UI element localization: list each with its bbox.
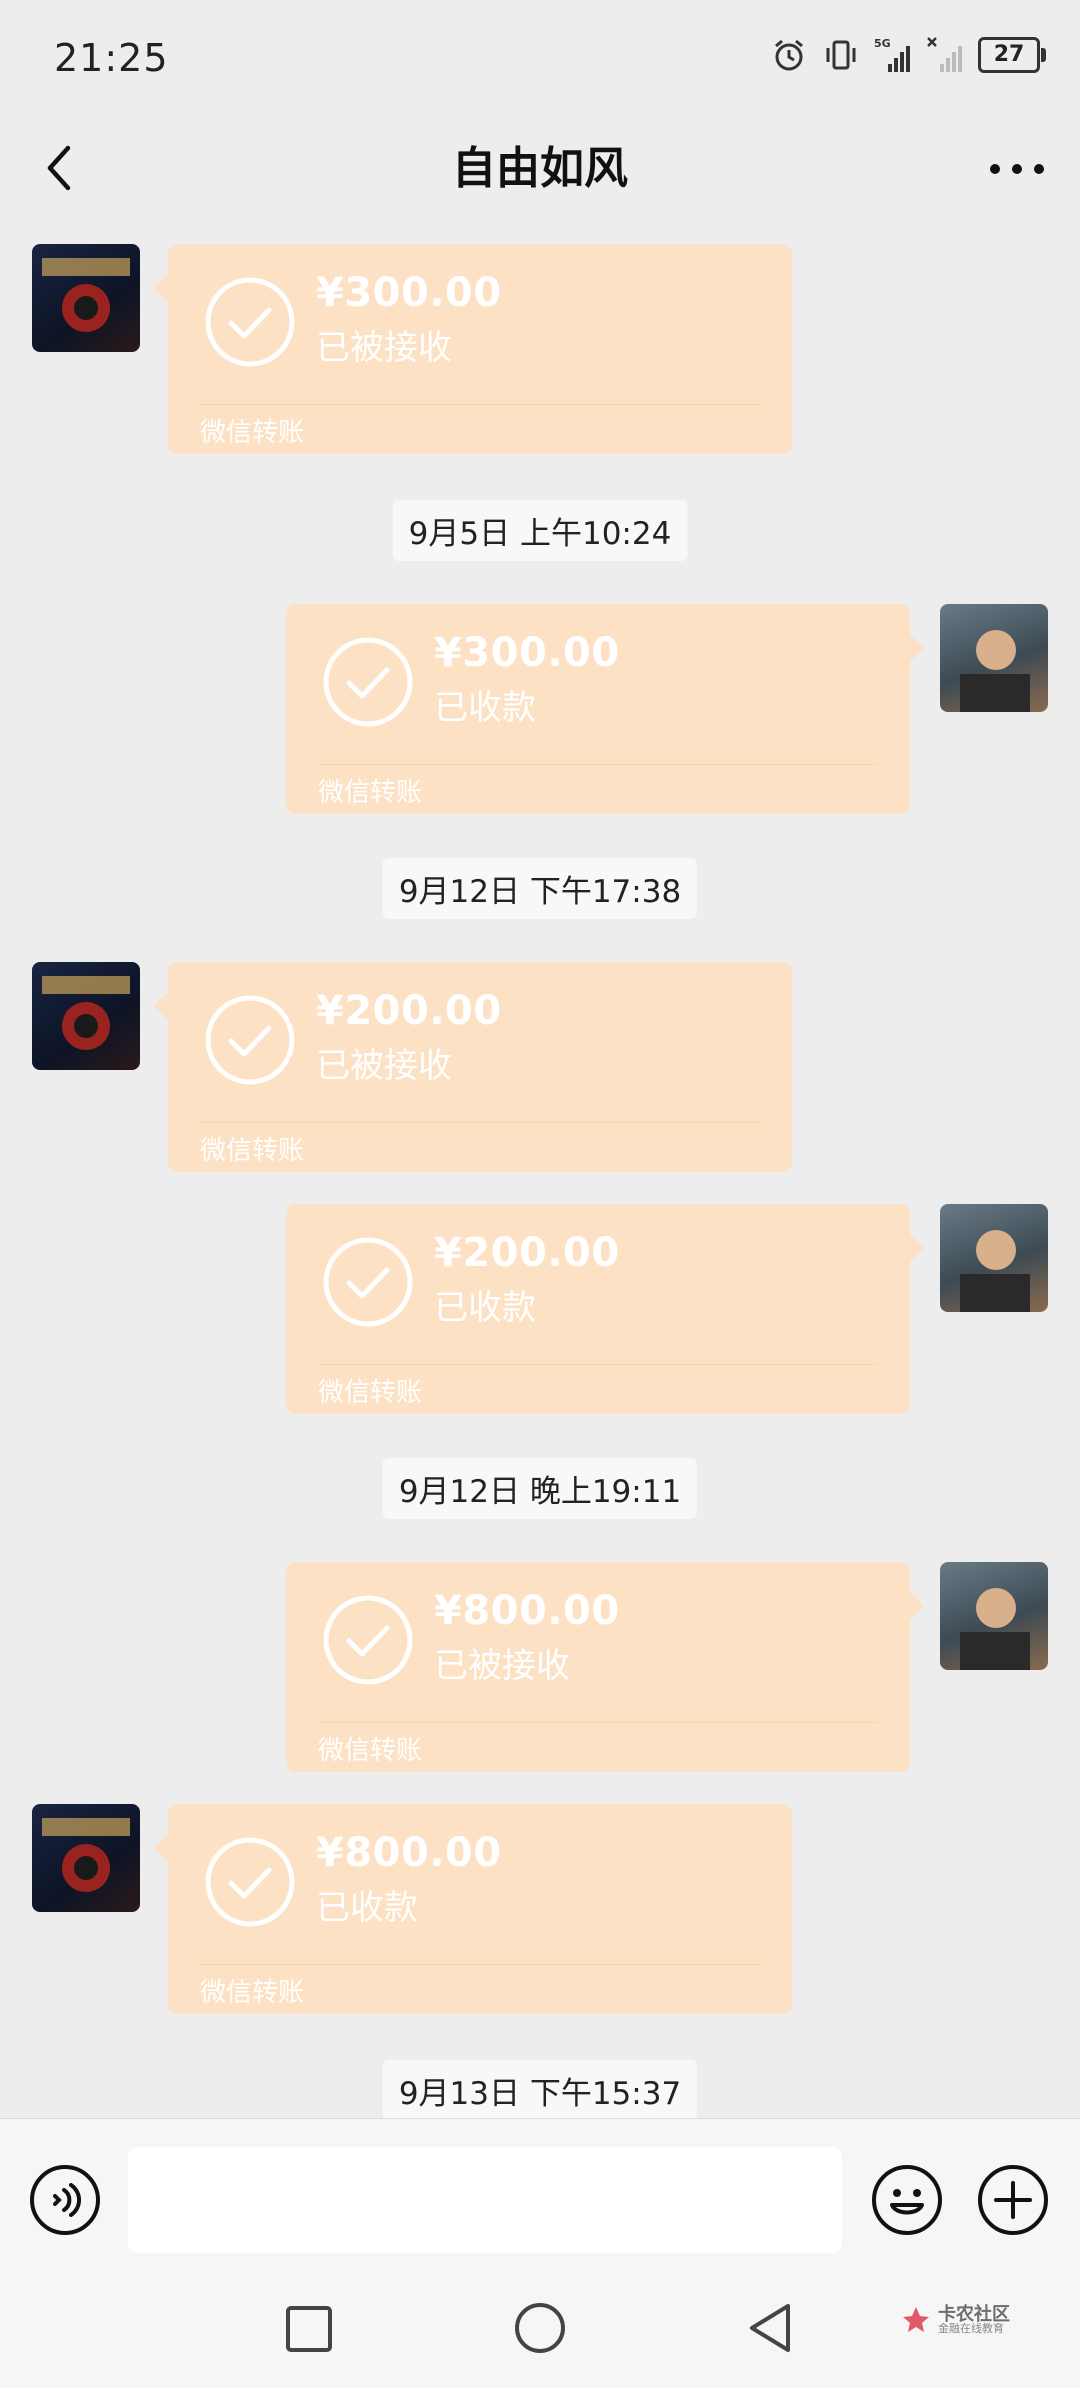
status-time: 21:25 bbox=[54, 36, 169, 80]
watermark-subtitle: 金融在线教育 bbox=[938, 2322, 1004, 2335]
signal-empty-icon bbox=[927, 37, 962, 72]
bubble-divider bbox=[318, 1722, 878, 1723]
bubble-divider bbox=[200, 1964, 760, 1965]
contact-avatar[interactable] bbox=[32, 962, 140, 1070]
transfer-bubble[interactable]: ¥200.00 已收款 微信转账 bbox=[286, 1204, 924, 1414]
bubble-divider bbox=[318, 764, 878, 765]
bubble-divider bbox=[200, 404, 760, 405]
transfer-caption: 微信转账 bbox=[200, 418, 305, 448]
alarm-icon bbox=[775, 39, 803, 71]
contact-avatar[interactable] bbox=[32, 244, 140, 352]
home-icon[interactable] bbox=[512, 2300, 568, 2356]
bubble-divider bbox=[318, 1364, 878, 1365]
my-avatar[interactable] bbox=[940, 604, 1048, 712]
voice-icon[interactable] bbox=[28, 2163, 102, 2237]
transfer-bubble[interactable]: ¥800.00 已被接收 微信转账 bbox=[286, 1562, 924, 1772]
signal-5g-icon: 5G bbox=[874, 37, 910, 72]
back-nav-icon[interactable] bbox=[742, 2300, 798, 2356]
watermark-logo-icon bbox=[903, 2307, 929, 2332]
transfer-bubble[interactable]: ¥800.00 已收款 微信转账 bbox=[154, 1804, 792, 2014]
bubble-divider bbox=[200, 1122, 760, 1123]
timestamp: 9月12日 晚上19:11 bbox=[382, 1458, 698, 1519]
transfer-amount: ¥800.00 bbox=[316, 1830, 502, 1876]
transfer-amount: ¥300.00 bbox=[434, 630, 620, 676]
more-options-icon[interactable] bbox=[984, 144, 1050, 194]
transfer-status: 已被接收 bbox=[434, 1646, 570, 1686]
vibrate-icon bbox=[826, 40, 856, 70]
check-circle-icon bbox=[205, 995, 295, 1085]
check-circle-icon bbox=[323, 637, 413, 727]
timestamp: 9月12日 下午17:38 bbox=[382, 858, 698, 919]
transfer-caption: 微信转账 bbox=[200, 1978, 305, 2008]
transfer-bubble[interactable]: ¥300.00 已被接收 微信转账 bbox=[154, 244, 792, 454]
transfer-status: 已收款 bbox=[434, 1288, 536, 1328]
recent-apps-icon[interactable] bbox=[284, 2304, 334, 2354]
transfer-caption: 微信转账 bbox=[318, 1378, 423, 1408]
chat-area[interactable]: ¥300.00 已被接收 微信转账 9月5日 上午10:24 ¥300.00 已… bbox=[0, 220, 1080, 2118]
transfer-bubble[interactable]: ¥300.00 已收款 微信转账 bbox=[286, 604, 924, 814]
my-avatar[interactable] bbox=[940, 1562, 1048, 1670]
emoji-icon[interactable] bbox=[870, 2163, 944, 2237]
check-circle-icon bbox=[205, 277, 295, 367]
page-title: 自由如风 bbox=[452, 143, 628, 194]
chat-header: 自由如风 bbox=[0, 118, 1080, 220]
svg-text:5G: 5G bbox=[874, 37, 891, 50]
check-circle-icon bbox=[323, 1237, 413, 1327]
battery-icon: 27 bbox=[978, 37, 1046, 73]
transfer-amount: ¥200.00 bbox=[316, 988, 502, 1034]
contact-avatar[interactable] bbox=[32, 1804, 140, 1912]
transfer-status: 已收款 bbox=[316, 1888, 418, 1928]
transfer-caption: 微信转账 bbox=[200, 1136, 305, 1166]
timestamp: 9月13日 下午15:37 bbox=[382, 2060, 698, 2118]
transfer-amount: ¥300.00 bbox=[316, 270, 502, 316]
check-circle-icon bbox=[323, 1595, 413, 1685]
watermark: 卡农社区 金融在线教育 bbox=[900, 2300, 1020, 2340]
plus-icon[interactable] bbox=[976, 2163, 1050, 2237]
timestamp: 9月5日 上午10:24 bbox=[392, 500, 688, 561]
transfer-bubble[interactable]: ¥200.00 已被接收 微信转账 bbox=[154, 962, 792, 1172]
input-bar bbox=[0, 2118, 1080, 2277]
check-circle-icon bbox=[205, 1837, 295, 1927]
status-bar: 21:25 5G 27 bbox=[0, 0, 1080, 118]
my-avatar[interactable] bbox=[940, 1204, 1048, 1312]
transfer-status: 已收款 bbox=[434, 688, 536, 728]
transfer-amount: ¥800.00 bbox=[434, 1588, 620, 1634]
transfer-caption: 微信转账 bbox=[318, 778, 423, 808]
transfer-status: 已被接收 bbox=[316, 1046, 452, 1086]
transfer-caption: 微信转账 bbox=[318, 1736, 423, 1766]
message-input[interactable] bbox=[128, 2147, 842, 2253]
status-icons: 5G 27 bbox=[770, 36, 1046, 74]
transfer-amount: ¥200.00 bbox=[434, 1230, 620, 1276]
system-navigation: 卡农社区 金融在线教育 bbox=[0, 2276, 1080, 2388]
transfer-status: 已被接收 bbox=[316, 328, 452, 368]
